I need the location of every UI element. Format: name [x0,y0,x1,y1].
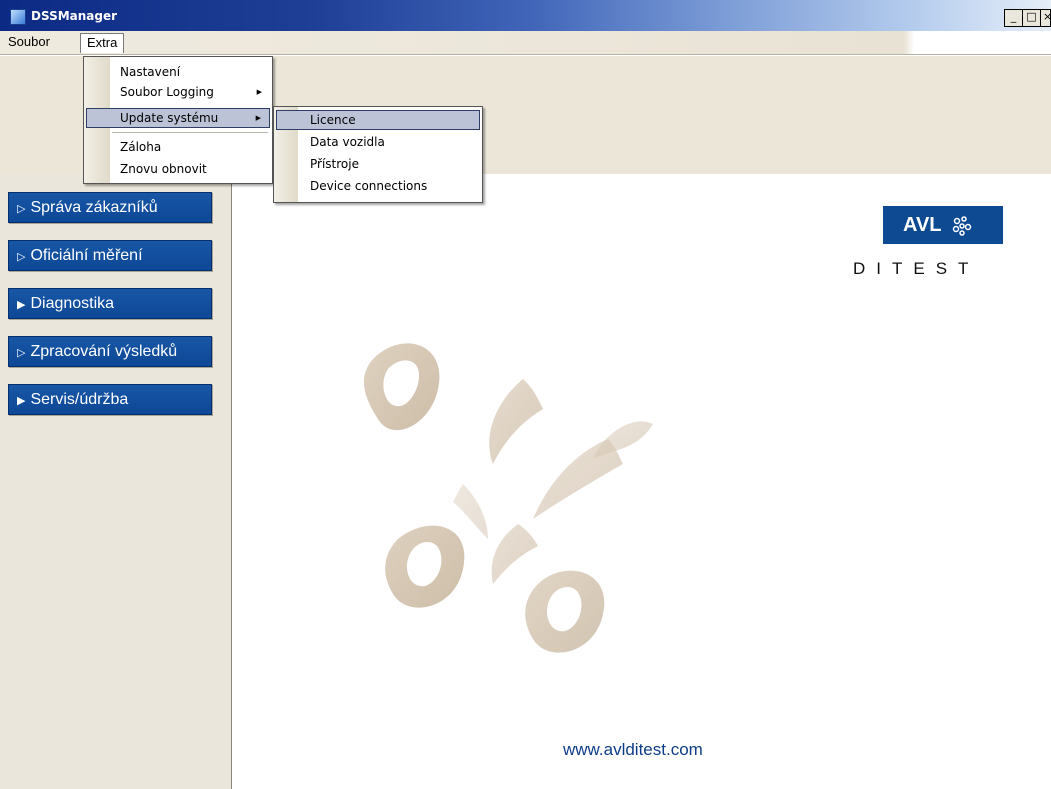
window-controls: _ □ × [1004,9,1051,27]
play-icon: ▶ [17,395,26,407]
nav-customers-button[interactable]: ▷ Správa zákazníků [8,192,212,223]
nav-diagnostics-button[interactable]: ▶ Diagnostika [8,288,212,319]
menu-item-file-logging-label: Soubor Logging [120,85,214,99]
minimize-button[interactable]: _ [1004,9,1022,27]
menu-soubor[interactable]: Soubor [2,33,56,53]
menu-item-system-update-label: Update systému [120,111,219,125]
menu-item-device-connections[interactable]: Device connections [276,176,480,196]
nav-results-processing-label: Zpracování výsledků [30,343,178,360]
menu-bar: Soubor Extra [0,31,1051,55]
extra-dropdown-menu: Nastavení Soubor Logging ▶ Update systém… [83,56,273,184]
nav-official-measurement-label: Oficiální měření [30,247,143,264]
nav-service-label: Servis/údržba [30,391,129,408]
play-icon: ▶ [17,299,26,311]
menu-item-system-update[interactable]: Update systému ▶ [86,108,270,128]
website-link[interactable]: www.avlditest.com [563,740,703,760]
maximize-button[interactable]: □ [1022,9,1040,27]
window-title: DSSManager [31,9,118,23]
play-outline-icon: ▷ [17,203,26,215]
avl-logo: AVL [883,206,1003,244]
sidebar: ▷ Správa zákazníků ▷ Oficiální měření ▶ Dia… [0,174,232,789]
menu-item-devices[interactable]: Přístroje [276,154,480,174]
play-outline-icon: ▷ [17,251,26,263]
avl-mark-icon [952,216,972,236]
system-update-submenu: Licence Data vozidla Přístroje Device co… [273,106,483,203]
menu-extra[interactable]: Extra [80,33,125,53]
submenu-arrow-icon: ▶ [255,114,261,122]
close-button[interactable]: × [1040,9,1051,27]
main-content: AVL DITEST www.avlditest.com [233,174,1051,789]
avl-logo-text: AVL [903,214,942,236]
menu-item-file-logging[interactable]: Soubor Logging ▶ [86,82,270,102]
title-bar: DSSManager _ □ × [0,0,1051,31]
nav-official-measurement-button[interactable]: ▷ Oficiální měření [8,240,212,271]
submenu-arrow-icon: ▶ [256,88,262,96]
menu-item-backup[interactable]: Záloha [86,137,270,157]
menu-separator [112,132,268,133]
nav-results-processing-button[interactable]: ▷ Zpracování výsledků [8,336,212,367]
menu-item-restore[interactable]: Znovu obnovit [86,159,270,179]
nav-service-button[interactable]: ▶ Servis/údržba [8,384,212,415]
avl-watermark-image [363,343,653,653]
nav-diagnostics-label: Diagnostika [30,295,115,312]
ditest-wordmark: DITEST [853,259,980,278]
play-outline-icon: ▷ [17,347,26,359]
app-icon[interactable] [10,9,26,25]
nav-customers-label: Správa zákazníků [30,199,158,216]
menu-item-licence[interactable]: Licence [276,110,480,130]
menu-item-settings[interactable]: Nastavení [86,62,270,82]
menu-item-vehicle-data[interactable]: Data vozidla [276,132,480,152]
